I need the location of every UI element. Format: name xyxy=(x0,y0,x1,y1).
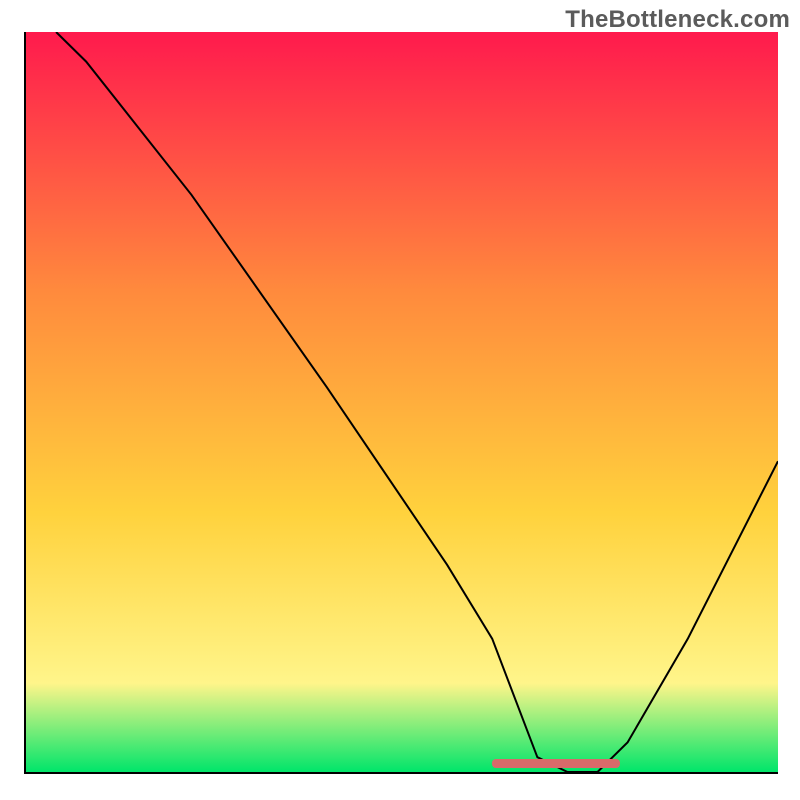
chart-container: TheBottleneck.com xyxy=(0,0,800,800)
bottleneck-curve xyxy=(56,32,778,772)
curve-svg xyxy=(26,32,778,772)
watermark-text: TheBottleneck.com xyxy=(565,6,790,34)
optimal-range-bar xyxy=(492,759,620,768)
plot-area xyxy=(24,32,778,774)
